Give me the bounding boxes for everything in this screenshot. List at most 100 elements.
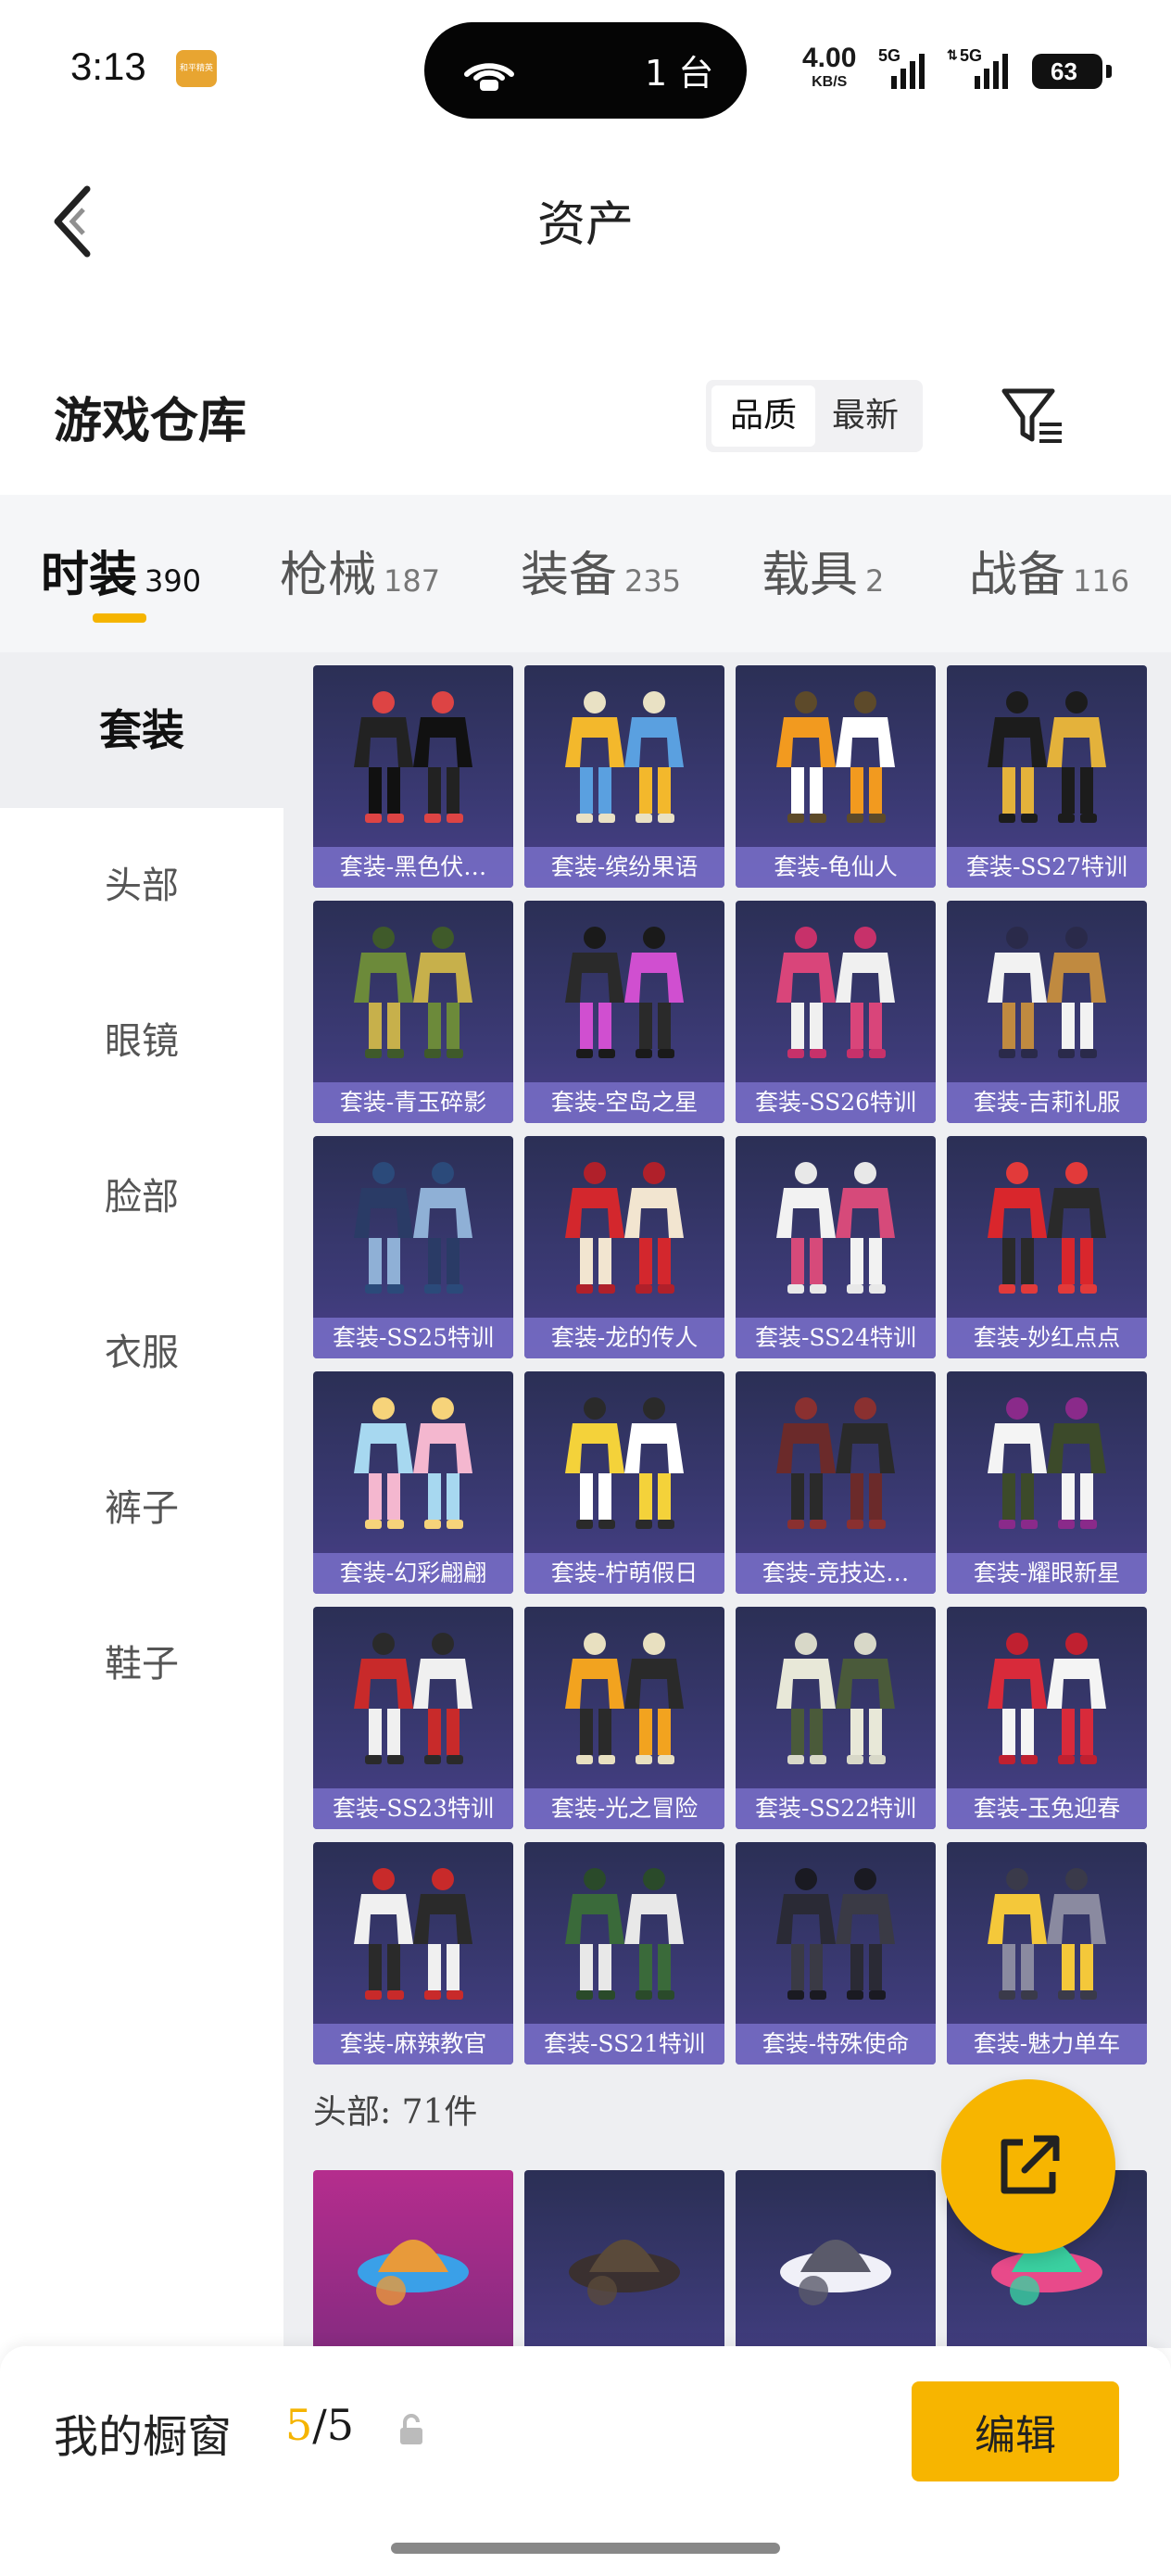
item-card[interactable]: 套装-青玉碎影 xyxy=(313,901,513,1123)
tab-label: 载具 xyxy=(762,548,859,603)
tab-count: 235 xyxy=(624,563,682,599)
item-card[interactable]: 套装-魅力单车 xyxy=(947,1842,1147,2065)
item-name: 套装-SS23特训 xyxy=(313,1788,513,1829)
sidebar-item-glasses[interactable]: 眼镜 xyxy=(0,964,283,1119)
sort-quality-button[interactable]: 品质 xyxy=(711,385,815,447)
tab-label: 战备 xyxy=(969,548,1066,603)
item-card[interactable]: 套装-麻辣教官 xyxy=(313,1842,513,2065)
item-card[interactable]: 套装-SS24特训 xyxy=(736,1136,936,1358)
item-card[interactable]: 套装-黑色伏… xyxy=(313,665,513,888)
sig1-label: 5G xyxy=(878,46,900,65)
signal-5g-icon-2: ⇅ 5G xyxy=(947,46,1008,89)
item-name: 套装-魅力单车 xyxy=(947,2024,1147,2065)
item-card[interactable]: 套装-幻彩翩翩 xyxy=(313,1371,513,1594)
sidebar-item-pants[interactable]: 裤子 xyxy=(0,1431,283,1586)
outfit-icon xyxy=(565,691,684,823)
tab-equipment[interactable]: 装备 235 xyxy=(521,536,681,610)
sidebar-item-head[interactable]: 头部 xyxy=(0,808,283,964)
item-card[interactable]: 套装-SS23特训 xyxy=(313,1607,513,1829)
filter-icon[interactable] xyxy=(1001,385,1065,447)
outfit-icon xyxy=(776,927,895,1058)
outfit-icon xyxy=(565,927,684,1058)
island-text: 1 台 xyxy=(645,53,714,94)
svg-text:⇅: ⇅ xyxy=(947,47,958,62)
tab-guns[interactable]: 枪械 187 xyxy=(280,536,440,610)
outfit-icon xyxy=(776,1868,895,2000)
tab-label: 装备 xyxy=(521,548,618,603)
showcase-current: 5 xyxy=(285,2400,313,2450)
dynamic-island[interactable]: 1 台 xyxy=(424,22,747,119)
net-speed-value: 4.00 xyxy=(802,43,857,73)
item-card[interactable]: 套装-SS22特训 xyxy=(736,1607,936,1829)
showcase-count: 5/5 xyxy=(285,2400,354,2450)
item-card[interactable]: 套装-特殊使命 xyxy=(736,1842,936,2065)
item-name: 套装-幻彩翩翩 xyxy=(313,1553,513,1594)
active-tab-indicator xyxy=(93,613,146,623)
outfit-icon xyxy=(776,691,895,823)
sidebar-item-suits[interactable]: 套装 xyxy=(0,652,283,808)
tab-vehicles[interactable]: 载具 2 xyxy=(762,536,884,610)
outfit-icon xyxy=(988,1633,1106,1764)
outfit-icon xyxy=(565,1397,684,1529)
sidebar-item-clothes[interactable]: 衣服 xyxy=(0,1275,283,1431)
home-indicator[interactable] xyxy=(391,2543,780,2554)
sort-newest-button[interactable]: 最新 xyxy=(813,385,917,447)
head-item-card[interactable] xyxy=(313,2170,513,2348)
item-name: 套装-玉兔迎春 xyxy=(947,1788,1147,1829)
tab-count: 390 xyxy=(145,563,202,599)
outfit-icon xyxy=(776,1162,895,1294)
item-card[interactable]: 套装-SS27特训 xyxy=(947,665,1147,888)
item-name: 套装-SS22特训 xyxy=(736,1788,936,1829)
item-name: 套装-柠萌假日 xyxy=(524,1553,724,1594)
outfit-icon xyxy=(354,1868,472,2000)
outfit-icon xyxy=(354,1633,472,1764)
item-name: 套装-青玉碎影 xyxy=(313,1082,513,1123)
item-name: 套装-妙红点点 xyxy=(947,1318,1147,1358)
tab-fashion[interactable]: 时装 390 xyxy=(41,536,201,610)
outfit-icon xyxy=(354,1397,472,1529)
outfit-icon xyxy=(354,1162,472,1294)
item-name: 套装-特殊使命 xyxy=(736,2024,936,2065)
item-name: 套装-竞技达… xyxy=(736,1553,936,1594)
item-card[interactable]: 套装-SS26特训 xyxy=(736,901,936,1123)
item-card[interactable]: 套装-妙红点点 xyxy=(947,1136,1147,1358)
item-card[interactable]: 套装-竞技达… xyxy=(736,1371,936,1594)
edit-button[interactable]: 编辑 xyxy=(912,2381,1119,2481)
hat-icon xyxy=(780,2240,891,2305)
item-card[interactable]: 套装-吉莉礼服 xyxy=(947,901,1147,1123)
outfit-icon xyxy=(354,691,472,823)
helmet-icon xyxy=(358,2240,469,2305)
item-card[interactable]: 套装-龙的传人 xyxy=(524,1136,724,1358)
sidebar-item-face[interactable]: 脸部 xyxy=(0,1119,283,1275)
subcategory-sidebar: 套装 头部 眼镜 脸部 衣服 裤子 鞋子 xyxy=(0,652,283,2348)
status-time: 3:13 xyxy=(70,44,146,88)
head-item-card[interactable] xyxy=(524,2170,724,2348)
network-speed: 4.00 KB/S xyxy=(802,43,857,95)
item-card[interactable]: 套装-柠萌假日 xyxy=(524,1371,724,1594)
item-card[interactable]: 套装-SS21特训 xyxy=(524,1842,724,2065)
item-name: 套装-缤纷果语 xyxy=(524,847,724,888)
item-name: 套装-龟仙人 xyxy=(736,847,936,888)
lock-icon xyxy=(400,2414,422,2444)
tab-supplies[interactable]: 战备 116 xyxy=(969,536,1129,610)
outfit-icon xyxy=(988,1397,1106,1529)
showcase-label: 我的橱窗 xyxy=(54,2411,233,2463)
outfit-icon xyxy=(776,1397,895,1529)
outfit-icon xyxy=(776,1633,895,1764)
app-badge-text: 和平精英 xyxy=(179,64,213,73)
item-card[interactable]: 套装-玉兔迎春 xyxy=(947,1607,1147,1829)
item-card[interactable]: 套装-光之冒险 xyxy=(524,1607,724,1829)
hat-icon xyxy=(569,2240,680,2305)
item-card[interactable]: 套装-耀眼新星 xyxy=(947,1371,1147,1594)
share-button[interactable] xyxy=(941,2079,1115,2254)
item-card[interactable]: 套装-缤纷果语 xyxy=(524,665,724,888)
head-item-card[interactable] xyxy=(736,2170,936,2348)
net-speed-unit: KB/S xyxy=(812,74,848,90)
item-card[interactable]: 套装-空岛之星 xyxy=(524,901,724,1123)
item-name: 套装-空岛之星 xyxy=(524,1082,724,1123)
tab-label: 枪械 xyxy=(280,548,377,603)
sidebar-item-shoes[interactable]: 鞋子 xyxy=(0,1586,283,1742)
showcase-total: /5 xyxy=(312,2400,355,2450)
item-card[interactable]: 套装-SS25特训 xyxy=(313,1136,513,1358)
item-card[interactable]: 套装-龟仙人 xyxy=(736,665,936,888)
